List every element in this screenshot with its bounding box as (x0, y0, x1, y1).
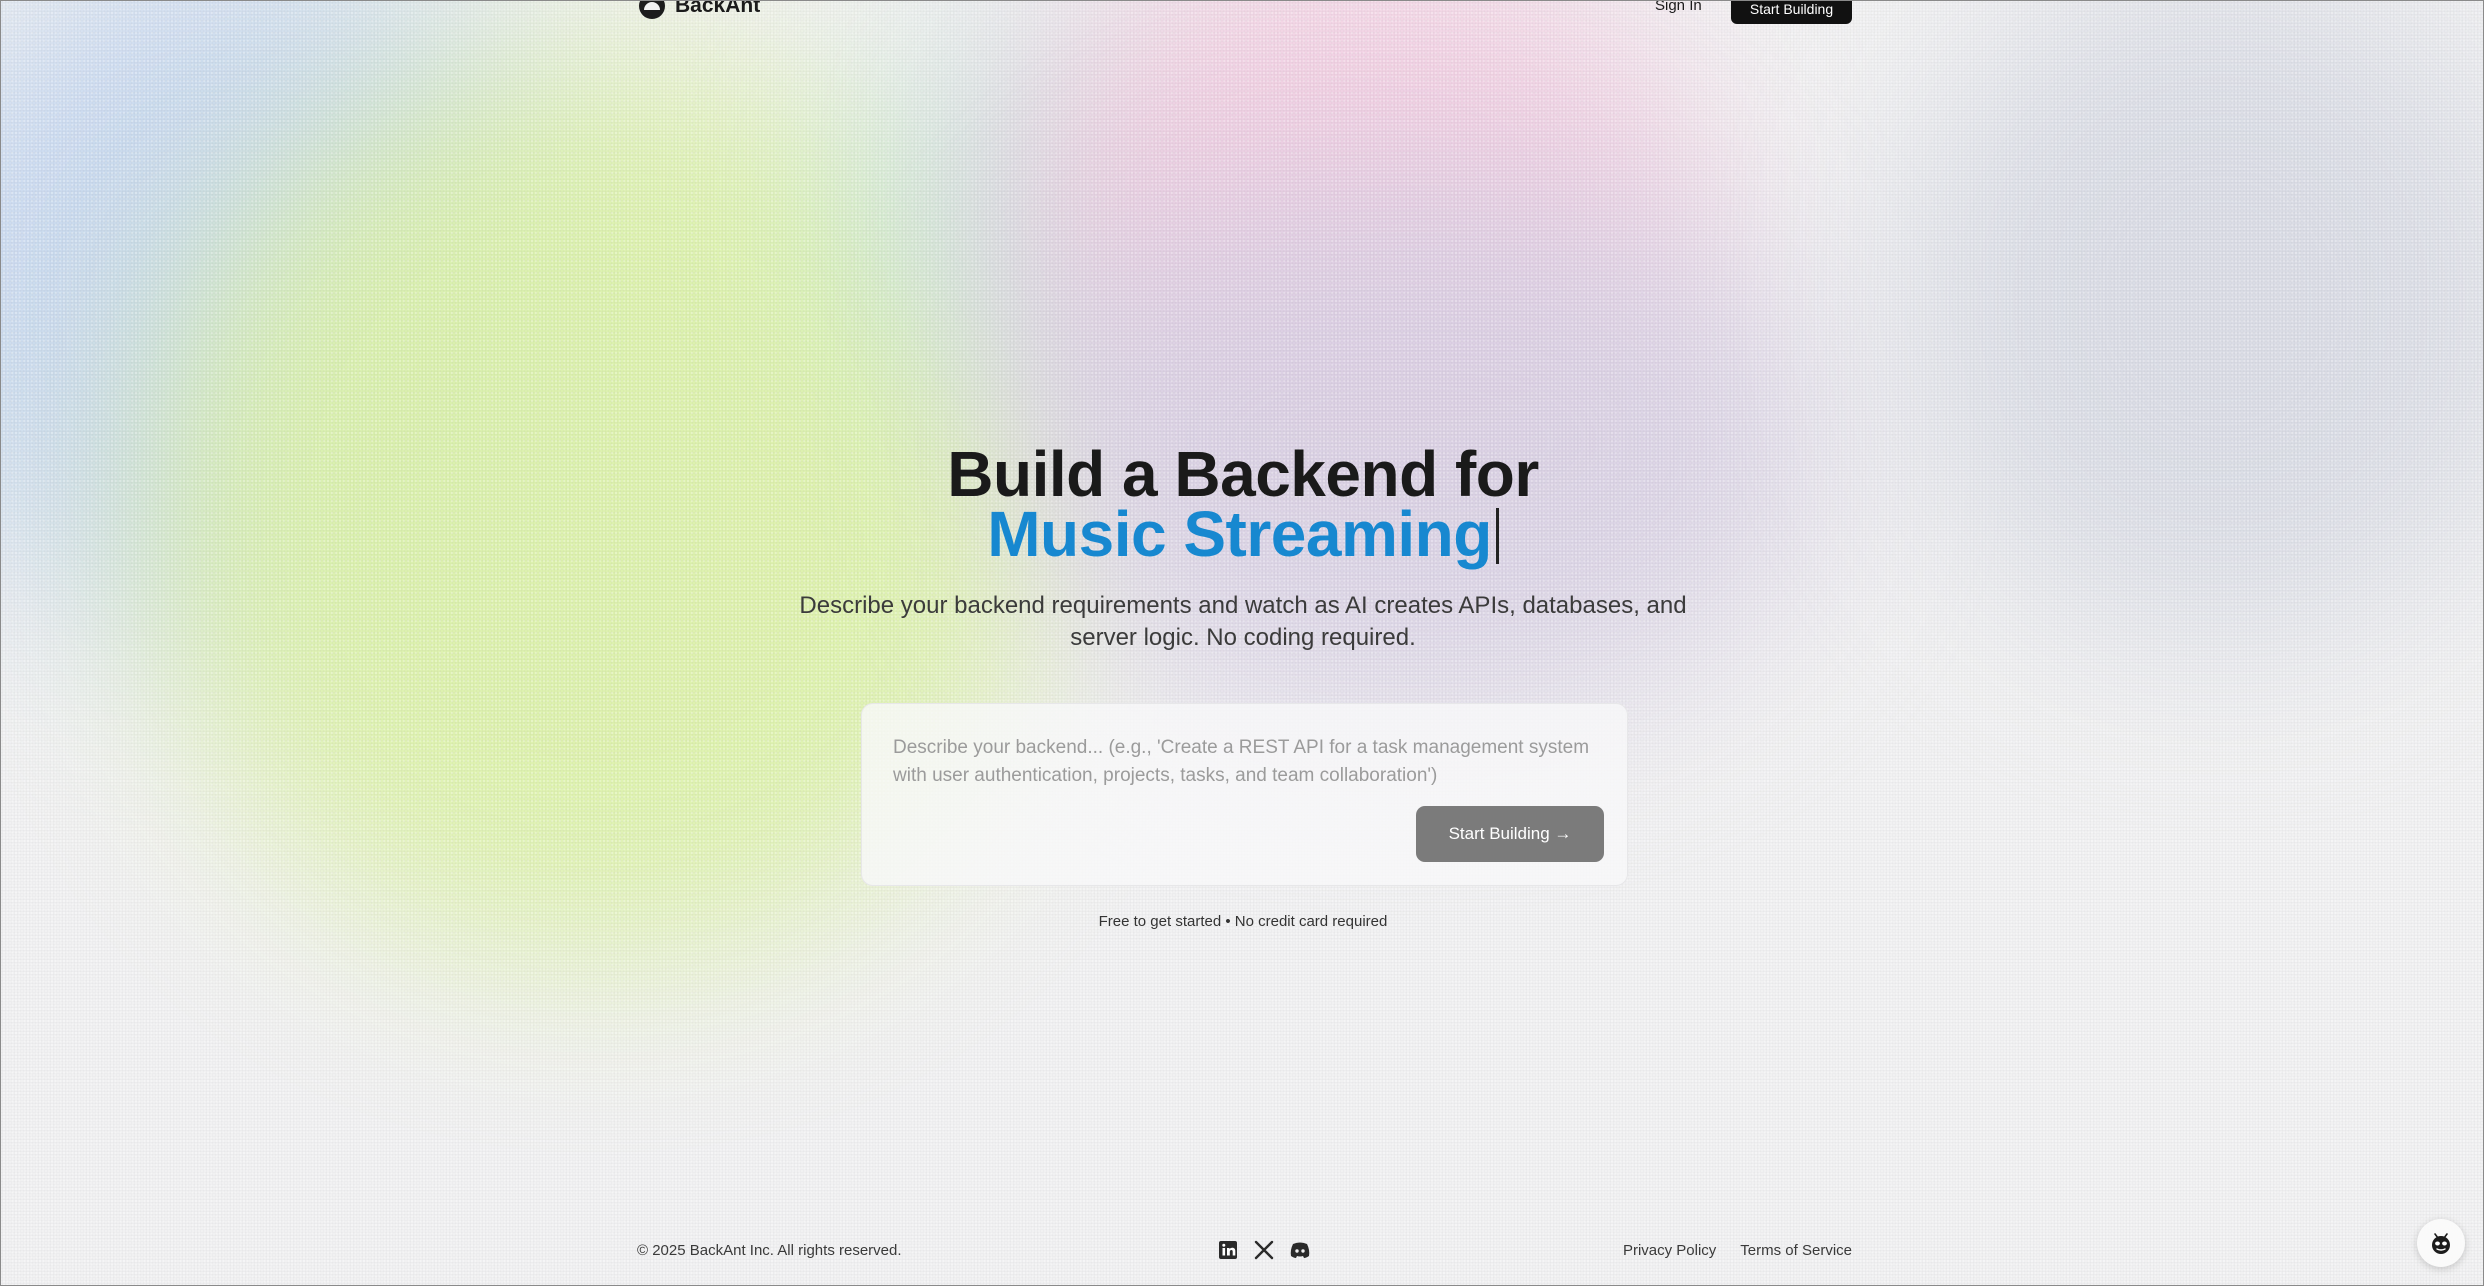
ant-mascot-icon (2432, 1233, 2450, 1254)
headline-line-1: Build a Backend for (947, 438, 1539, 510)
linkedin-icon[interactable] (1217, 1239, 1239, 1261)
headline-line-2: Music Streaming (1, 502, 2483, 566)
brand-name: BackAnt (675, 0, 761, 17)
backend-description-input[interactable] (893, 734, 1603, 800)
start-building-button[interactable]: Start Building → (1416, 806, 1604, 862)
brand-link[interactable]: BackAnt (639, 0, 761, 19)
privacy-policy-link[interactable]: Privacy Policy (1623, 1242, 1716, 1259)
sign-in-link[interactable]: Sign In (1655, 1, 1702, 14)
footer-links: Privacy Policy Terms of Service (1623, 1242, 1852, 1259)
discord-icon[interactable] (1289, 1239, 1311, 1261)
page: BackAnt Sign In Start Building Build a B… (0, 0, 2484, 1286)
footer: © 2025 BackAnt Inc. All rights reserved.… (637, 1239, 1852, 1264)
headline-use-case: Music Streaming (987, 498, 1492, 570)
typing-caret (1495, 508, 1499, 564)
hero-subtext: Describe your backend requirements and w… (799, 592, 1687, 651)
copyright-text: © 2025 BackAnt Inc. All rights reserved. (637, 1242, 902, 1259)
start-building-nav-button[interactable]: Start Building (1731, 1, 1852, 24)
background-blob-teal (851, 41, 1231, 401)
social-links (1217, 1239, 1311, 1261)
x-icon[interactable] (1253, 1239, 1275, 1261)
top-nav: BackAnt Sign In Start Building (637, 1, 1852, 29)
ant-logo-icon (639, 1, 665, 19)
prompt-card: Start Building → (861, 703, 1628, 886)
chat-widget-button[interactable] (2417, 1219, 2465, 1267)
pricing-note: Free to get started • No credit card req… (1098, 913, 1388, 930)
terms-of-service-link[interactable]: Terms of Service (1740, 1242, 1852, 1259)
hero-headline: Build a Backend for Music Streaming (1, 438, 2483, 566)
background-blob-pink (1001, 1, 1701, 461)
hero: Build a Backend for Music Streaming Desc… (1, 438, 2483, 654)
